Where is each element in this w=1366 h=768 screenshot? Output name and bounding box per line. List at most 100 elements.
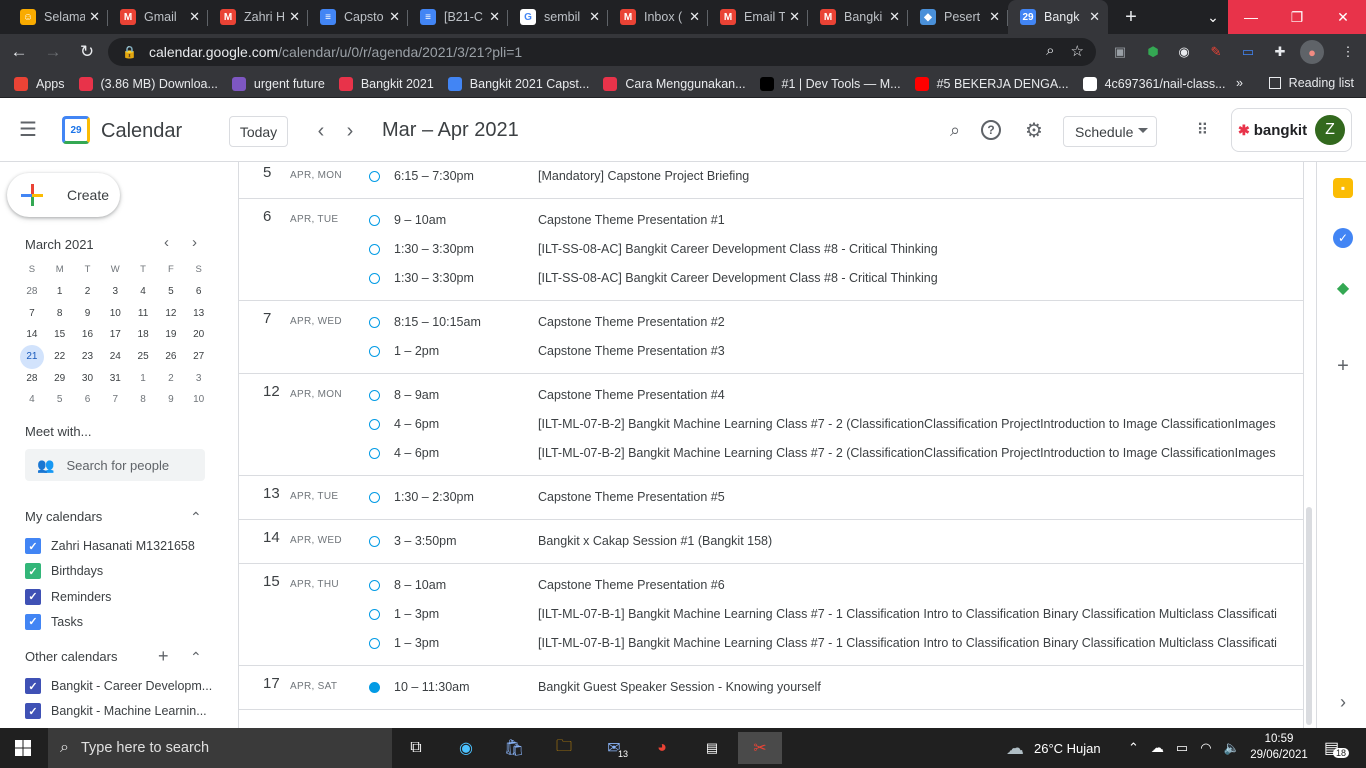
chevron-up-icon[interactable]: ⌃ — [190, 510, 202, 524]
agenda-event[interactable]: 4 – 6pm [ILT-ML-07-B-2] Bangkit Machine L… — [239, 410, 1303, 439]
mini-calendar-day[interactable]: 29 — [46, 367, 74, 389]
mini-calendar-day[interactable]: 28 — [18, 367, 46, 389]
mini-calendar-day[interactable]: 21 — [18, 344, 46, 369]
zoom-icon[interactable]: ⌕ — [1046, 42, 1054, 60]
mini-calendar-day[interactable]: 8 — [129, 389, 157, 411]
other-calendars-heading[interactable]: Other calendars — [25, 649, 118, 664]
mini-calendar-day[interactable]: 19 — [157, 324, 185, 346]
settings-gear-icon[interactable]: ⚙ — [1022, 118, 1046, 142]
search-people-input[interactable]: 👥 Search for people — [25, 449, 205, 481]
weather-widget[interactable]: ☁ 26°C Hujan — [1006, 728, 1101, 768]
notification-center[interactable]: ▤ 18 — [1324, 728, 1350, 768]
browser-tab[interactable]: ☺ Selama ✕ — [8, 0, 108, 34]
browser-tab[interactable]: M Gmail ✕ — [108, 0, 208, 34]
mini-calendar-day[interactable]: 16 — [74, 324, 102, 346]
mini-calendar-day[interactable]: 26 — [157, 346, 185, 368]
mini-calendar-day[interactable]: 27 — [185, 346, 213, 368]
browser-tab[interactable]: ≡ Capsto ✕ — [308, 0, 408, 34]
mini-calendar-day[interactable]: 10 — [185, 389, 213, 411]
mini-next-icon[interactable]: › — [192, 234, 197, 251]
clock[interactable]: 10:59 29/06/2021 — [1246, 731, 1312, 763]
add-addon-icon[interactable]: + — [1333, 355, 1353, 377]
more-bookmarks-button[interactable]: » — [1236, 76, 1243, 90]
browser-tab[interactable]: M Zahri H ✕ — [208, 0, 308, 34]
agenda-event[interactable]: 9 – 10am Capstone Theme Presentation #1 — [239, 206, 1303, 235]
reading-list-button[interactable]: Reading list — [1268, 76, 1354, 90]
create-button[interactable]: Create — [7, 173, 120, 217]
screen-icon[interactable]: ▭ — [1236, 40, 1260, 64]
bookmark-item[interactable]: (3.86 MB) Downloa... — [78, 76, 218, 91]
mini-calendar-day[interactable]: 20 — [185, 324, 213, 346]
mini-calendar-day[interactable]: 4 — [129, 281, 157, 303]
bookmark-item[interactable]: Bangkit 2021 — [338, 76, 434, 91]
url-bar[interactable]: 🔒 calendar.google.com/calendar/u/0/r/age… — [108, 38, 1096, 66]
browser-tab[interactable]: M Inbox (✕ — [608, 0, 708, 34]
calendar-list-item[interactable]: ✓ Birthdays — [25, 563, 215, 580]
mini-prev-icon[interactable]: ‹ — [164, 234, 169, 251]
agenda-event[interactable]: 8 – 10am Capstone Theme Presentation #6 — [239, 571, 1303, 600]
add-calendar-icon[interactable]: + — [158, 646, 169, 667]
close-tab-icon[interactable]: ✕ — [689, 9, 700, 25]
bookmark-item[interactable]: 4c697361/nail-class... — [1082, 76, 1225, 91]
mini-calendar-day[interactable]: 2 — [74, 281, 102, 303]
bookmark-item[interactable]: Bangkit 2021 Capst... — [447, 76, 589, 91]
mail-icon[interactable]: ✉ 13 — [592, 732, 636, 764]
mini-calendar-day[interactable]: 24 — [101, 346, 129, 368]
agenda-event[interactable]: 1:30 – 3:30pm [ILT-SS-08-AC] Bangkit Care… — [239, 264, 1303, 293]
keep-icon[interactable]: ▪ — [1333, 178, 1353, 198]
task-view-icon[interactable]: ⧉ — [394, 732, 438, 764]
pen-icon[interactable]: ✎ — [1204, 40, 1228, 64]
agenda-event[interactable]: 1 – 3pm [ILT-ML-07-B-1] Bangkit Machine L… — [239, 600, 1303, 629]
mini-calendar-day[interactable]: 6 — [74, 389, 102, 411]
close-tab-icon[interactable]: ✕ — [589, 9, 600, 25]
expand-panel-icon[interactable]: › — [1333, 692, 1353, 712]
agenda-event[interactable]: 8 – 9am Capstone Theme Presentation #4 — [239, 381, 1303, 410]
extension-icon[interactable]: ▣ — [1108, 40, 1132, 64]
calendar-list-item[interactable]: ✓ Reminders — [25, 588, 215, 605]
bookmark-star-icon[interactable]: ☆ — [1071, 42, 1084, 60]
new-tab-button[interactable]: + — [1114, 0, 1148, 34]
minimize-button[interactable]: — — [1228, 0, 1274, 34]
mini-calendar-day[interactable]: 17 — [101, 324, 129, 346]
checkbox-icon[interactable]: ✓ — [25, 538, 41, 554]
main-menu-icon[interactable]: ☰ — [16, 118, 40, 142]
calendar-list-item[interactable]: ✓ Tasks — [25, 613, 215, 630]
scrollbar[interactable] — [1306, 507, 1312, 725]
close-tab-icon[interactable]: ✕ — [189, 9, 200, 25]
close-tab-icon[interactable]: ✕ — [389, 9, 400, 25]
view-selector[interactable]: Schedule — [1063, 116, 1157, 147]
checkbox-icon[interactable]: ✓ — [25, 588, 41, 605]
mini-calendar-day[interactable]: 3 — [101, 281, 129, 303]
next-period-icon[interactable]: › — [337, 118, 363, 144]
close-tab-icon[interactable]: ✕ — [89, 9, 100, 25]
wifi-icon[interactable]: ◠ — [1200, 740, 1211, 756]
mini-calendar-day[interactable]: 7 — [18, 302, 46, 324]
back-icon[interactable]: ← — [4, 37, 34, 67]
browser-tab[interactable]: ≡ [B21-C ✕ — [408, 0, 508, 34]
mini-calendar-day[interactable]: 9 — [157, 389, 185, 411]
mini-calendar-day[interactable]: 8 — [46, 302, 74, 324]
windows-start-icon[interactable] — [0, 728, 46, 768]
checkbox-icon[interactable]: ✓ — [25, 678, 41, 694]
search-icon[interactable]: ⌕ — [943, 118, 967, 142]
mini-calendar-day[interactable]: 13 — [185, 302, 213, 324]
mini-calendar-day[interactable]: 31 — [101, 367, 129, 389]
browser-tab[interactable]: M Email T ✕ — [708, 0, 808, 34]
chrome-icon[interactable]: ◕ — [640, 732, 684, 764]
bookmark-item[interactable]: urgent future — [231, 76, 325, 91]
calendar-list-item[interactable]: ✓ Bangkit - Career Developm... — [25, 678, 215, 694]
forward-icon[interactable]: → — [38, 37, 68, 67]
avatar[interactable]: Z — [1315, 115, 1345, 145]
browser-tab[interactable]: Gsembil ✕ — [508, 0, 608, 34]
mini-calendar-day[interactable]: 3 — [185, 367, 213, 389]
shield-icon[interactable]: ⬢ — [1141, 40, 1165, 64]
reload-icon[interactable]: ↻ — [72, 37, 102, 67]
agenda-event[interactable]: 10 – 11:30am Bangkit Guest Speaker Sessio… — [239, 673, 1303, 702]
checkbox-icon[interactable]: ✓ — [25, 703, 41, 720]
mini-calendar-day[interactable]: 5 — [46, 389, 74, 411]
tasks-icon[interactable]: ✓ — [1333, 228, 1353, 248]
taskbar-search-input[interactable]: ⌕ Type here to search — [48, 728, 392, 768]
mini-calendar-day[interactable]: 22 — [46, 346, 74, 368]
mini-calendar-day[interactable]: 4 — [18, 389, 46, 411]
mini-calendar-day[interactable]: 2 — [157, 367, 185, 389]
